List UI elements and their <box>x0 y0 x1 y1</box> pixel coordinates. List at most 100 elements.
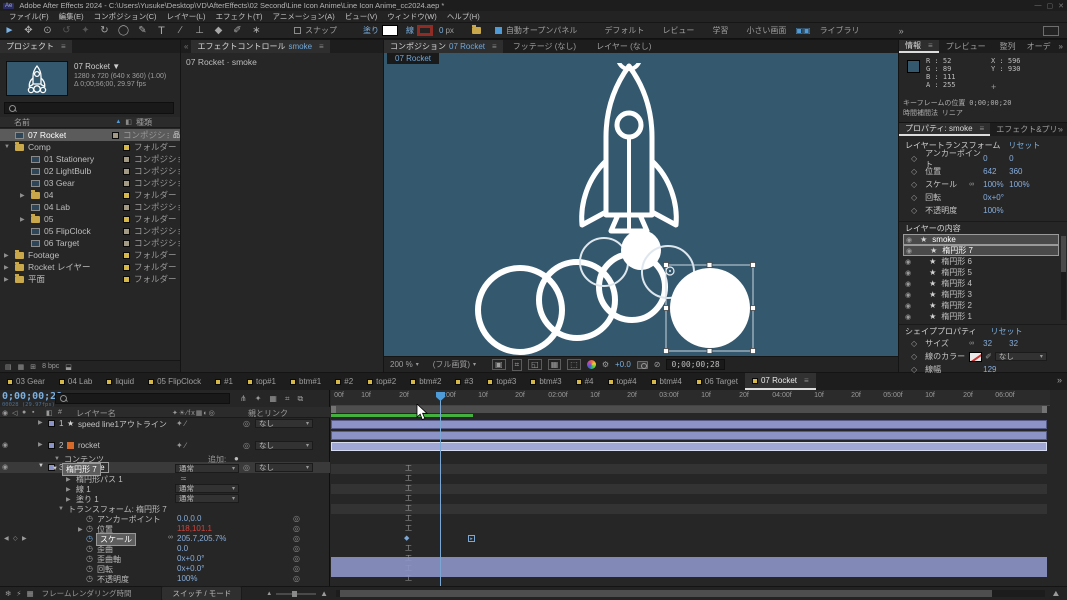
eye-icon[interactable]: ◉ <box>905 302 911 310</box>
layer-row[interactable]: ▶ 1 ★ speed line1アウトライン ✦ ∕ ◎ なし▾ <box>0 418 330 429</box>
parent-select[interactable]: なし▾ <box>255 419 313 428</box>
twirl-icon[interactable]: ▶ <box>66 486 71 493</box>
frame-blending-icon[interactable]: ⌗ <box>285 394 290 404</box>
property-row[interactable]: ◷歪曲0.0◎ <box>0 544 330 554</box>
bpc-label[interactable]: 8 bpc <box>42 363 59 370</box>
twirl-icon[interactable]: ▶ <box>66 476 71 483</box>
stopwatch-icon-active[interactable]: ◷ <box>86 534 93 543</box>
twirl-icon[interactable]: ▼ <box>52 466 58 472</box>
snapshot-camera-icon[interactable] <box>637 361 648 369</box>
menu-layer[interactable]: レイヤー(L) <box>162 11 211 22</box>
graph-editor-icon[interactable]: ⛰ <box>1053 589 1059 599</box>
keyframe-hold-box[interactable]: ▸ <box>468 535 475 542</box>
keyframe-diamond-icon[interactable]: ◇ <box>911 167 917 176</box>
panel-menu-icon[interactable]: ≡ <box>804 376 809 385</box>
maximize-button[interactable]: ▢ <box>1047 2 1054 10</box>
twirl-icon[interactable]: ▶ <box>38 441 43 448</box>
performance-icon[interactable]: ⚡ <box>16 589 21 598</box>
property-track[interactable]: 工 <box>331 484 1047 494</box>
composition-canvas[interactable] <box>384 53 898 356</box>
transparency-grid-icon[interactable]: ▦ <box>548 359 562 370</box>
property-track[interactable]: 工 <box>331 514 1047 524</box>
viewer-timecode[interactable]: 0;00;00;28 <box>666 359 724 370</box>
tab-layer[interactable]: レイヤー (なし) <box>586 41 661 52</box>
label-chip[interactable] <box>123 204 130 211</box>
property-row[interactable]: ▶塗り 1通常▾ <box>0 494 330 504</box>
pickwhip-icon[interactable]: ◎ <box>293 534 300 543</box>
property-track[interactable]: 工 <box>331 494 1047 504</box>
stopwatch-icon[interactable]: ◷ <box>86 554 93 563</box>
timeline-zoom-slider[interactable] <box>276 593 316 595</box>
tab-project[interactable]: プロジェクト ≡ <box>0 40 72 53</box>
content-item[interactable]: ◉★楕円形 7 <box>903 245 1059 256</box>
prop-row[interactable]: ◇アンカーポイント00 <box>899 152 1067 165</box>
pickwhip-icon[interactable]: ◎ <box>293 524 300 533</box>
keyframe-diamond-icon[interactable]: ◇ <box>911 352 917 361</box>
show-snapshot-icon[interactable]: ⊘ <box>654 360 661 369</box>
content-item[interactable]: ◉★楕円形 3 <box>899 289 1067 300</box>
label-chip[interactable] <box>48 442 55 449</box>
layer-name[interactable]: speed line1アウトライン <box>78 419 167 430</box>
pen-tool[interactable]: ✎ <box>133 25 152 36</box>
content-item[interactable]: ◉★楕円形 1 <box>899 311 1067 322</box>
motion-blur-icon[interactable]: ⧉ <box>297 394 303 404</box>
twirl-icon[interactable]: ▶ <box>78 526 83 533</box>
keyframe-diamond-icon[interactable]: ◇ <box>911 193 917 202</box>
timeline-tab[interactable]: top#3 <box>480 373 523 390</box>
draft-3d-icon[interactable]: ✦ <box>255 394 262 404</box>
twirl-icon[interactable]: ▼ <box>4 144 11 150</box>
keyframe-diamond-icon[interactable]: ◇ <box>911 180 917 189</box>
property-track[interactable]: 工 <box>331 524 1047 534</box>
panel-menu-icon[interactable]: ≡ <box>319 42 324 51</box>
layer-duration-bar-selected[interactable] <box>331 442 1047 451</box>
stopwatch-icon[interactable]: ◷ <box>86 544 93 553</box>
snap-checkbox[interactable] <box>294 27 301 34</box>
project-item[interactable]: 03 Gearコンポジション <box>0 177 180 189</box>
link-icon[interactable]: ∞ <box>969 340 983 347</box>
eye-icon[interactable]: ◉ <box>906 247 912 255</box>
eye-icon[interactable]: ◉ <box>906 236 912 244</box>
current-time-display[interactable]: 0;00;00;28 00028 (29.97fps) <box>2 391 62 408</box>
property-row[interactable]: ▼コンテンツ追加:● <box>0 454 330 464</box>
list-view-icon[interactable]: ▤ <box>5 363 12 371</box>
prop-row[interactable]: ◇位置642360 <box>899 165 1067 178</box>
column-type[interactable]: 種類 <box>136 117 180 128</box>
label-chip[interactable] <box>123 216 130 223</box>
layer-row[interactable]: ◉ ▶ 2 rocket ✦ ∕ ◎ なし▾ <box>0 440 330 451</box>
3d-view-icon[interactable]: ⬚ <box>567 359 581 370</box>
twirl-icon[interactable]: ▶ <box>38 419 43 426</box>
hand-tool[interactable]: ✥ <box>19 25 38 36</box>
eye-icon[interactable]: ◉ <box>905 313 911 321</box>
channel-icon[interactable] <box>587 360 596 369</box>
tabs-overflow-icon[interactable]: » <box>1052 373 1067 390</box>
project-item[interactable]: ▶平面フォルダー <box>0 273 180 285</box>
tab-effects-presets[interactable]: エフェクト&プリセット <box>990 124 1058 135</box>
project-item[interactable]: 01 Stationeryコンポジション <box>0 153 180 165</box>
timeline-tab[interactable]: 06 Target <box>689 373 745 390</box>
path-direction-icon[interactable]: ≍ <box>180 474 187 483</box>
tab-properties[interactable]: プロパティ: smoke≡ <box>899 123 990 136</box>
keyframe-diamond-icon[interactable]: ◇ <box>911 154 917 163</box>
timeline-tab[interactable]: #3 <box>448 373 480 390</box>
timeline-tab[interactable]: btm#3 <box>523 373 568 390</box>
type-tool[interactable]: T <box>152 25 171 37</box>
tab-effect-controls[interactable]: エフェクトコントロール smoke ≡ <box>191 40 329 53</box>
menu-effect[interactable]: エフェクト(T) <box>210 11 267 22</box>
content-item[interactable]: ◉★楕円形 6 <box>899 256 1067 267</box>
project-item[interactable]: 04 Labコンポジション <box>0 201 180 213</box>
composition-mini-flowchart-icon[interactable]: ⋔ <box>240 394 247 404</box>
twirl-icon[interactable]: ▶ <box>66 496 71 503</box>
menu-edit[interactable]: 編集(E) <box>54 11 89 22</box>
eye-icon[interactable]: ◉ <box>2 441 8 449</box>
blend-mode-select[interactable]: 通常▾ <box>175 464 239 473</box>
pickwhip-icon[interactable]: ◎ <box>293 564 300 573</box>
zoom-out-mountain-icon[interactable]: ▲ <box>266 591 272 597</box>
property-row[interactable]: ◷不透明度100%◎ <box>0 574 330 584</box>
label-chip[interactable] <box>123 180 130 187</box>
stroke-color-select[interactable]: なし▾ <box>995 352 1047 361</box>
tab-footage[interactable]: フッテージ (なし) <box>503 41 586 52</box>
hide-shy-layers-icon[interactable]: ▦ <box>269 394 277 404</box>
playhead-line[interactable] <box>440 394 441 586</box>
panel-menu-icon[interactable]: ≡ <box>980 124 985 133</box>
layer-duration-bar[interactable] <box>331 431 1047 440</box>
